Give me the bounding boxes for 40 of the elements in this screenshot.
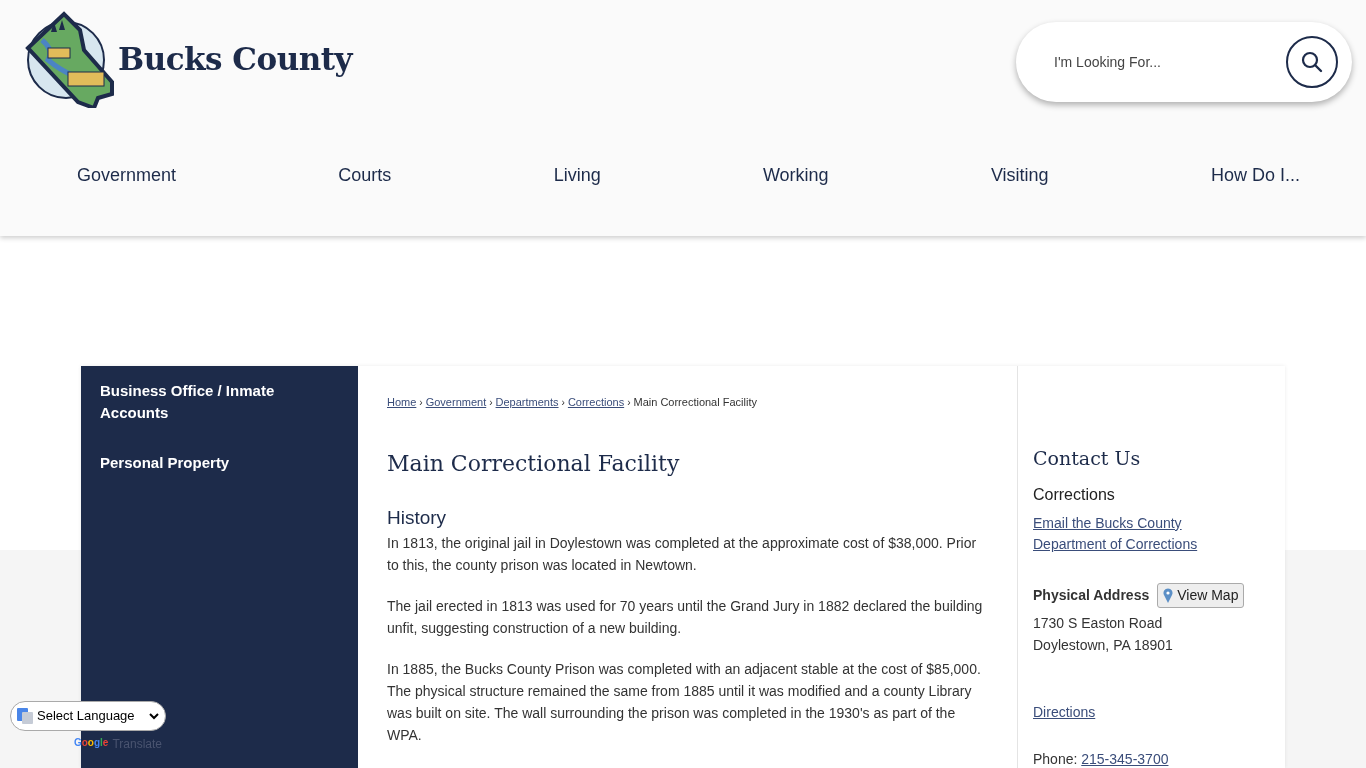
phone-label: Phone: [1033,750,1078,767]
breadcrumb-separator: › [489,397,493,408]
address-label: Physical Address [1033,585,1150,605]
breadcrumb-link[interactable]: Corrections [567,396,625,408]
address-line: 1730 S Easton Road [1033,613,1164,633]
nav-link[interactable]: Working [762,161,829,189]
directions-link[interactable]: Directions [1033,703,1096,720]
breadcrumb-separator: › [419,397,423,408]
search-button[interactable] [1286,36,1338,88]
address-line: Doylestown, PA 18901 [1033,635,1174,655]
paragraph: In 1813, the original jail in Doylestown was completed at the approximate cost of $38,000. Prior to this, the county prison was located in Newtown. [387,533,978,575]
map-pin-icon [1163,587,1174,603]
breadcrumb-link[interactable]: Departments [495,396,559,408]
breadcrumb-current: Main Correctional Facility [633,396,757,408]
breadcrumb-separator: › [627,397,631,408]
nav-link[interactable]: Courts [338,161,392,189]
department-name: Corrections [1033,484,1116,505]
chevron-down-icon [149,712,159,720]
page-title: Main Correctional Facility [387,450,681,477]
nav-link[interactable]: Government [77,161,177,189]
breadcrumb-link[interactable]: Government [425,396,487,408]
nav-link[interactable]: How Do I... [1210,161,1300,189]
nav-link[interactable]: Living [553,161,601,189]
section-heading: History [387,506,448,530]
sidebar-link[interactable]: Personal Property [100,452,339,474]
phone-link[interactable]: 215-345-3700 [1081,750,1169,767]
language-select[interactable]: Select Language [10,701,166,731]
translate-icon [17,708,33,724]
paragraph: The jail erected in 1813 was used for 70 years until the Grand Jury in 1882 declared the building unfit, suggesting construction of a new building. [387,596,984,638]
sidebar-link[interactable]: Business Office / Inmate Accounts [100,380,339,424]
breadcrumb-link[interactable]: Home [387,396,417,408]
email-link[interactable]: Email the Bucks County Department of Corrections [1033,512,1213,555]
paragraph: In 1885, the Bucks County Prison was completed with an adjacent stable at the cost of $85,000. The physical structure remained the same from 1885 until it was modified and a county Library was built on site. The wall surrounding the prison was completed in the 1930's as part of the WPA. [387,659,982,745]
breadcrumb-separator: › [561,397,565,408]
view-map-button[interactable]: View Map [1157,582,1245,608]
contact-heading: Contact Us [1033,446,1142,471]
search-icon [1300,50,1324,74]
search-field[interactable]: I'm Looking For... [1052,50,1286,74]
site-title: Bucks County [118,39,353,79]
nav-link[interactable]: Visiting [990,161,1049,189]
